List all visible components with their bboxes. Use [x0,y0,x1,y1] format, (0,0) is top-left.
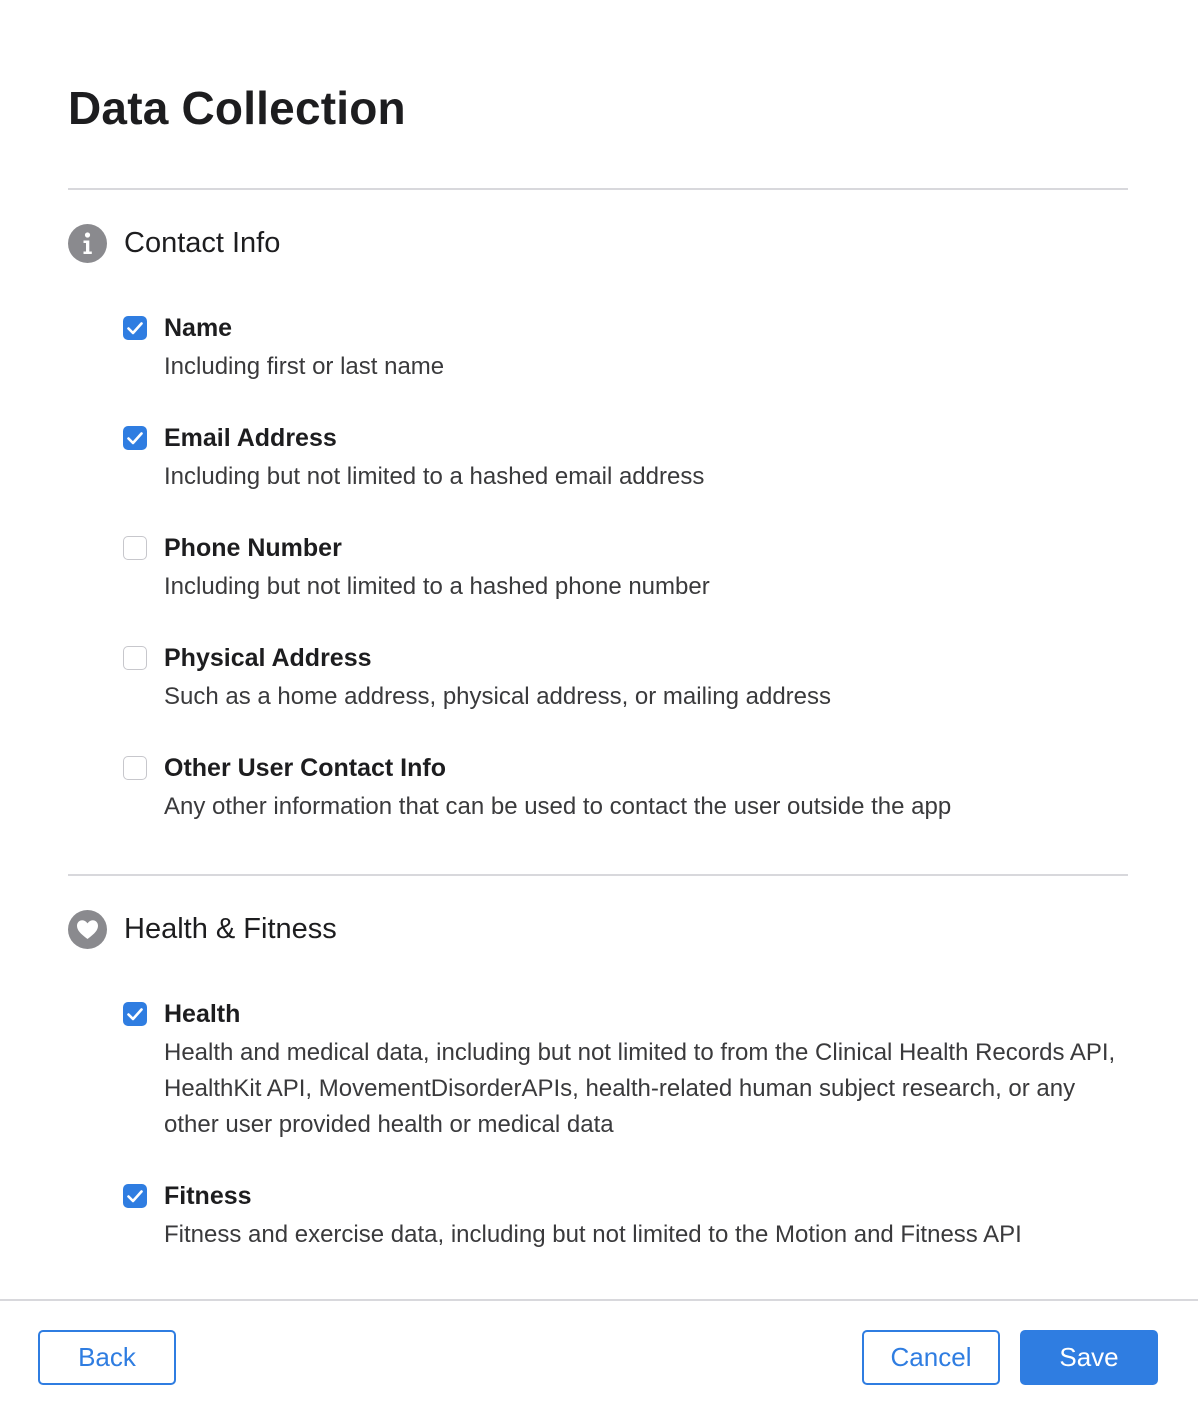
option-label[interactable]: Fitness [164,1179,252,1213]
health-checkbox[interactable] [123,1002,147,1026]
save-button[interactable]: Save [1020,1330,1158,1385]
name-checkbox[interactable] [123,316,147,340]
back-button[interactable]: Back [38,1330,176,1385]
section-divider [68,874,1128,876]
fitness-checkbox[interactable] [123,1184,147,1208]
info-icon [68,223,107,263]
option-description: Including but not limited to a hashed ph… [164,573,710,600]
title-divider [68,188,1128,190]
checkmark-icon [127,1190,143,1203]
option-label[interactable]: Other User Contact Info [164,751,446,785]
checkmark-icon [127,1008,143,1021]
option-label[interactable]: Email Address [164,421,337,455]
page-title: Data Collection [68,82,406,134]
section-title-health-fitness: Health & Fitness [124,913,337,945]
email-address-checkbox[interactable] [123,426,147,450]
heart-icon [68,909,107,949]
option-label[interactable]: Name [164,311,232,345]
checkmark-icon [127,432,143,445]
phone-number-checkbox[interactable] [123,536,147,560]
option-description: Including first or last name [164,353,445,380]
option-description: Including but not limited to a hashed em… [164,463,705,490]
option-description: Health and medical data, including but n… [164,1039,1116,1138]
section-header-health-fitness: Health & Fitness [68,909,337,949]
footer-divider [0,1299,1198,1301]
data-collection-dialog: Data Collection Contact Info Name Includ… [0,0,1198,1412]
cancel-button[interactable]: Cancel [862,1330,1000,1385]
section-title-contact-info: Contact Info [124,227,281,259]
option-description: Fitness and exercise data, including but… [164,1221,1022,1248]
other-user-contact-info-checkbox[interactable] [123,756,147,780]
physical-address-checkbox[interactable] [123,646,147,670]
option-label[interactable]: Physical Address [164,641,372,675]
option-description: Any other information that can be used t… [164,793,952,820]
option-label[interactable]: Health [164,997,240,1031]
option-description: Such as a home address, physical address… [164,683,832,710]
checkmark-icon [127,322,143,335]
section-header-contact-info: Contact Info [68,223,280,263]
option-label[interactable]: Phone Number [164,531,342,565]
